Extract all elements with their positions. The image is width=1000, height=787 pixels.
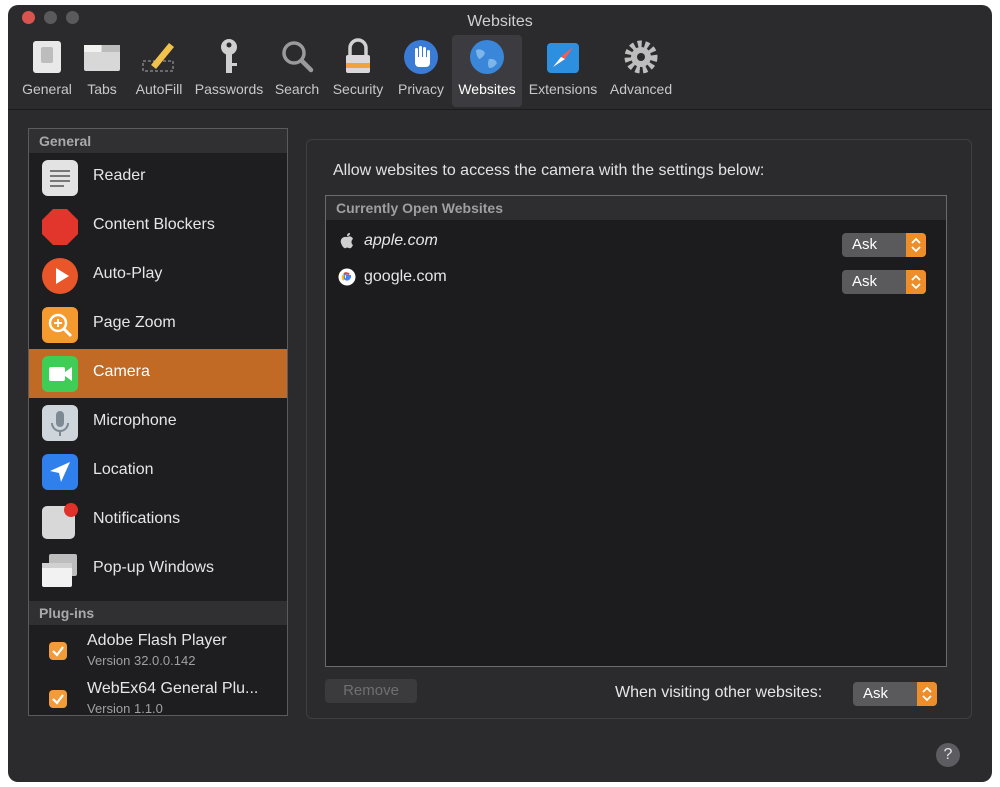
tab-tabs[interactable]: Tabs <box>78 35 126 107</box>
google-logo-icon <box>338 268 356 286</box>
stepper-arrows <box>906 233 926 257</box>
sidebar-item-label: Notifications <box>93 510 181 527</box>
tabs-icon <box>84 45 120 71</box>
tab-label: Websites <box>458 81 516 97</box>
zoom-icon <box>42 307 78 343</box>
select-value: Ask <box>863 685 889 702</box>
globe-icon <box>470 40 504 74</box>
tab-label: AutoFill <box>135 81 183 97</box>
tab-search[interactable]: Search <box>270 35 324 107</box>
sidebar-item-notifications[interactable]: Notifications <box>29 496 287 545</box>
window-title: Websites <box>467 13 533 30</box>
sidebar-item-label: Location <box>93 461 154 478</box>
location-arrow-icon <box>42 454 78 490</box>
website-row-google[interactable]: google.com Ask <box>326 260 946 296</box>
notifications-icon <box>42 503 78 539</box>
sidebar-item-popup-windows[interactable]: Pop-up Windows <box>29 545 287 594</box>
tab-label: Tabs <box>87 81 117 97</box>
updown-arrows-icon <box>911 274 921 290</box>
sidebar-item-content-blockers[interactable]: Content Blockers <box>29 202 287 251</box>
apple-logo-icon <box>340 233 353 249</box>
tab-label: Extensions <box>528 81 598 97</box>
padlock-icon <box>346 38 370 73</box>
stepper-arrows <box>917 682 937 706</box>
key-icon <box>221 39 237 73</box>
select-value: Ask <box>852 236 878 253</box>
tab-websites[interactable]: Websites <box>452 35 522 107</box>
tab-privacy[interactable]: Privacy <box>392 35 450 107</box>
other-websites-select[interactable]: Ask <box>853 682 937 706</box>
tab-passwords[interactable]: Passwords <box>192 35 266 107</box>
sidebar-item-page-zoom[interactable]: Page Zoom <box>29 300 287 349</box>
general-section-header: General <box>29 129 287 153</box>
sidebar-item-label: Microphone <box>93 412 177 429</box>
reader-icon <box>42 160 78 196</box>
settings-panel: Allow websites to access the camera with… <box>306 139 972 719</box>
checkmark-icon <box>52 694 64 705</box>
preferences-toolbar: General Tabs AutoFill Passwords Search S… <box>8 35 992 110</box>
plugin-name: Adobe Flash Player <box>87 632 227 649</box>
plugin-item-flash[interactable]: Adobe Flash Player Version 32.0.0.142 <box>29 627 287 675</box>
general-switch-icon <box>33 41 61 73</box>
tab-label: Passwords <box>194 81 264 97</box>
camera-icon <box>42 356 78 392</box>
preferences-window: Websites General Tabs AutoFill Passwords… <box>8 5 992 782</box>
tab-label: Search <box>274 81 320 97</box>
open-websites-list: Currently Open Websites apple.com Ask go… <box>325 195 947 667</box>
plugins-section-header: Plug-ins <box>29 601 287 625</box>
hand-icon <box>404 40 438 74</box>
sidebar-item-microphone[interactable]: Microphone <box>29 398 287 447</box>
sidebar-item-label: Reader <box>93 167 146 184</box>
tab-label: Security <box>332 81 384 97</box>
plugin-name: WebEx64 General Plu... <box>87 680 259 697</box>
play-icon <box>42 258 78 294</box>
stop-sign-icon <box>42 209 78 245</box>
tab-autofill[interactable]: AutoFill <box>130 35 188 107</box>
popup-windows-icon <box>42 554 77 587</box>
tab-general[interactable]: General <box>18 35 76 107</box>
help-button[interactable]: ? <box>936 743 960 767</box>
plugin-checkbox[interactable] <box>49 642 67 660</box>
tab-label: General <box>22 81 72 97</box>
other-websites-label: When visiting other websites: <box>615 684 823 701</box>
sidebar-item-label: Pop-up Windows <box>93 559 214 576</box>
sidebar-list: General Reader Content Blockers Auto-Pla… <box>28 128 288 716</box>
plugin-version: Version 32.0.0.142 <box>87 653 196 668</box>
sidebar-item-label: Auto-Play <box>93 265 163 282</box>
panel-description: Allow websites to access the camera with… <box>333 162 765 179</box>
sidebar-item-label: Camera <box>93 363 150 380</box>
tab-label: Privacy <box>398 81 444 97</box>
list-header: Currently Open Websites <box>326 196 946 220</box>
tab-security[interactable]: Security <box>326 35 390 107</box>
plugin-version: Version 1.1.0 <box>87 701 163 716</box>
sidebar-item-label: Content Blockers <box>93 216 215 233</box>
website-domain: apple.com <box>364 232 438 249</box>
select-value: Ask <box>852 273 878 290</box>
website-permission-select[interactable]: Ask <box>842 233 926 257</box>
tab-extensions[interactable]: Extensions <box>524 35 602 107</box>
plugin-checkbox[interactable] <box>49 690 67 708</box>
updown-arrows-icon <box>911 237 921 253</box>
sidebar-item-label: Page Zoom <box>93 314 176 331</box>
sidebar-item-reader[interactable]: Reader <box>29 153 287 202</box>
autofill-pencil-icon <box>142 43 174 72</box>
sidebar-item-auto-play[interactable]: Auto-Play <box>29 251 287 300</box>
title-bar: Websites <box>8 5 992 39</box>
microphone-icon <box>42 405 78 441</box>
website-permission-select[interactable]: Ask <box>842 270 926 294</box>
updown-arrows-icon <box>922 686 932 702</box>
sidebar-item-location[interactable]: Location <box>29 447 287 496</box>
website-domain: google.com <box>364 268 447 285</box>
website-row-apple[interactable]: apple.com Ask <box>326 224 946 260</box>
plugin-item-webex[interactable]: WebEx64 General Plu... Version 1.1.0 <box>29 675 287 716</box>
checkmark-icon <box>52 646 64 657</box>
sidebar-item-camera[interactable]: Camera <box>29 349 287 398</box>
gear-icon <box>624 40 658 74</box>
magnifier-icon <box>282 41 314 73</box>
remove-button[interactable]: Remove <box>325 679 417 703</box>
puzzle-compass-icon <box>547 43 579 73</box>
tab-advanced[interactable]: Advanced <box>604 35 678 107</box>
stepper-arrows <box>906 270 926 294</box>
tab-label: Advanced <box>609 81 673 97</box>
